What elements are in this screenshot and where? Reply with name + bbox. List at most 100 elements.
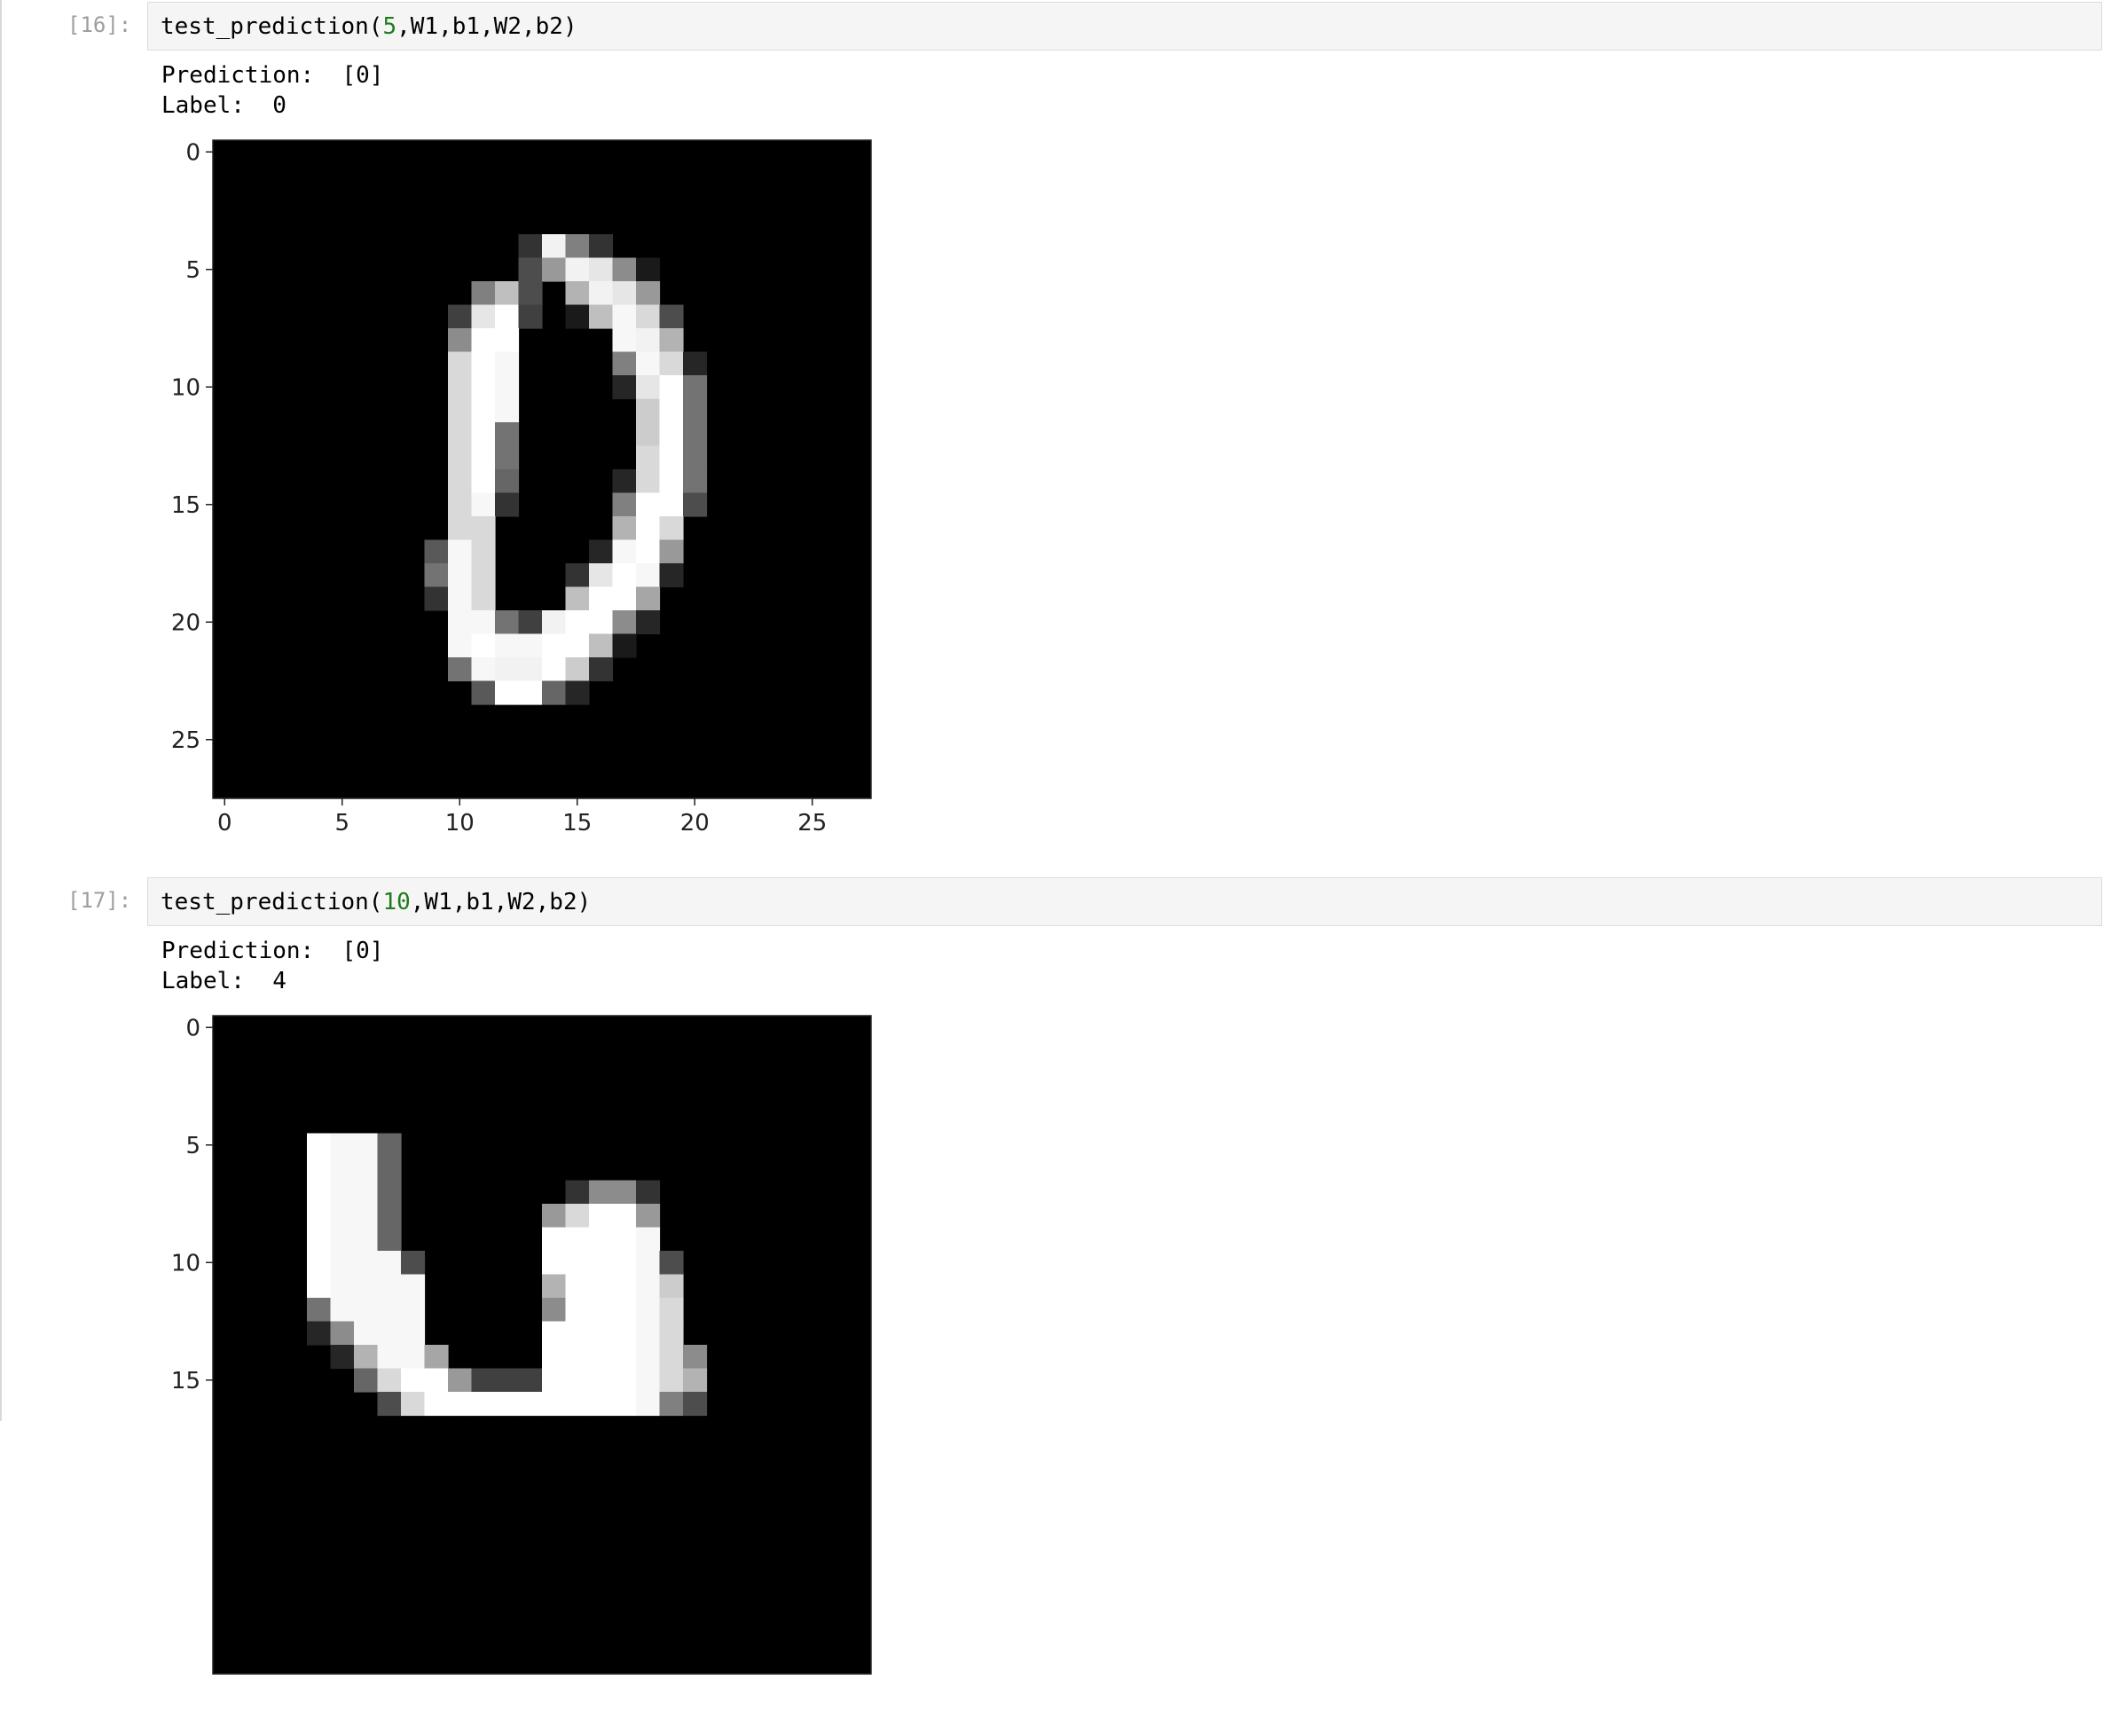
image-pixel bbox=[659, 422, 684, 447]
image-pixel bbox=[589, 1392, 614, 1417]
image-pixel bbox=[471, 563, 496, 588]
image-pixel bbox=[354, 1133, 379, 1158]
image-pixel bbox=[471, 586, 496, 611]
image-pixel bbox=[589, 1180, 614, 1205]
image-pixel bbox=[659, 492, 684, 517]
image-pixel bbox=[636, 1227, 661, 1252]
x-tick-label: 0 bbox=[217, 810, 232, 837]
image-pixel bbox=[401, 1321, 426, 1346]
code-line: test_prediction(5,W1,b1,W2,b2) bbox=[161, 13, 577, 40]
image-pixel bbox=[636, 1204, 661, 1229]
image-pixel bbox=[612, 539, 637, 564]
image-pixel bbox=[683, 375, 708, 400]
image-pixel bbox=[354, 1251, 379, 1276]
image-pixel bbox=[542, 1392, 567, 1417]
cell-prompt: [17]: bbox=[67, 888, 132, 913]
image-pixel bbox=[354, 1368, 379, 1393]
image-pixel bbox=[471, 304, 496, 329]
image-pixel bbox=[448, 492, 473, 517]
image-pixel bbox=[612, 1251, 637, 1276]
image-pixel bbox=[565, 563, 590, 588]
image-pixel bbox=[612, 1392, 637, 1417]
image-pixel bbox=[636, 610, 661, 635]
image-pixel bbox=[565, 304, 590, 329]
image-pixel bbox=[659, 375, 684, 400]
image-pixel bbox=[330, 1345, 355, 1370]
image-pixel bbox=[495, 422, 520, 447]
y-tick-label: 0 bbox=[185, 139, 200, 166]
image-pixel bbox=[683, 398, 708, 423]
image-pixel bbox=[612, 375, 637, 400]
image-pixel bbox=[330, 1204, 355, 1229]
image-pixel bbox=[424, 1392, 449, 1417]
image-pixel bbox=[354, 1157, 379, 1182]
image-pixel bbox=[636, 539, 661, 564]
image-pixel bbox=[542, 1298, 567, 1323]
image-pixel bbox=[565, 1392, 590, 1417]
image-pixel bbox=[424, 539, 449, 564]
image-pixel bbox=[448, 422, 473, 447]
image-pixel bbox=[589, 1298, 614, 1323]
image-pixel bbox=[377, 1298, 402, 1323]
image-pixel bbox=[354, 1321, 379, 1346]
label-output: Label: 0 bbox=[161, 92, 286, 119]
image-pixel bbox=[589, 1321, 614, 1346]
image-pixel bbox=[612, 1321, 637, 1346]
image-pixel bbox=[565, 657, 590, 682]
image-pixel bbox=[683, 1345, 708, 1370]
image-pixel bbox=[565, 257, 590, 282]
image-pixel bbox=[612, 469, 637, 494]
image-pixel bbox=[659, 469, 684, 494]
image-pixel bbox=[448, 304, 473, 329]
image-pixel bbox=[589, 1274, 614, 1299]
image-pixel bbox=[377, 1392, 402, 1417]
image-pixel bbox=[612, 516, 637, 541]
image-pixel bbox=[330, 1251, 355, 1276]
image-pixel bbox=[424, 1368, 449, 1393]
image-pixel bbox=[542, 657, 567, 682]
image-pixel bbox=[565, 1227, 590, 1252]
image-pixel bbox=[636, 351, 661, 376]
code-input[interactable]: test_prediction(5,W1,b1,W2,b2) bbox=[147, 2, 2102, 51]
image-pixel bbox=[589, 1368, 614, 1393]
image-pixel bbox=[495, 328, 520, 353]
image-pixel bbox=[683, 351, 708, 376]
image-pixel bbox=[471, 469, 496, 494]
image-pixel bbox=[589, 586, 614, 611]
code-arg-number: 10 bbox=[382, 889, 411, 915]
image-pixel bbox=[565, 1274, 590, 1299]
image-pixel bbox=[354, 1204, 379, 1229]
image-pixel bbox=[495, 492, 520, 517]
image-pixel bbox=[401, 1392, 426, 1417]
image-pixel bbox=[518, 281, 543, 306]
image-pixel bbox=[636, 1180, 661, 1205]
image-pixel bbox=[448, 610, 473, 635]
image-pixel bbox=[542, 633, 567, 658]
image-pixel bbox=[307, 1251, 332, 1276]
image-pixel bbox=[401, 1251, 426, 1276]
cell-prompt: [16]: bbox=[67, 12, 132, 37]
image-pixel bbox=[636, 1274, 661, 1299]
image-pixel bbox=[542, 1321, 567, 1346]
image-pixel bbox=[330, 1274, 355, 1299]
image-pixel bbox=[636, 1345, 661, 1370]
code-input[interactable]: test_prediction(10,W1,b1,W2,b2) bbox=[147, 877, 2102, 926]
image-pixel bbox=[377, 1345, 402, 1370]
image-pixel bbox=[495, 445, 520, 470]
image-pixel bbox=[636, 375, 661, 400]
image-pixel bbox=[636, 281, 661, 306]
code-line: test_prediction(10,W1,b1,W2,b2) bbox=[161, 889, 591, 915]
image-pixel bbox=[542, 1251, 567, 1276]
image-pixel bbox=[471, 492, 496, 517]
image-pixel bbox=[612, 1298, 637, 1323]
digit-image-svg: 0 5 10 15 20 25 0 5 10 15 20 25 bbox=[171, 139, 872, 837]
image-pixel bbox=[636, 328, 661, 353]
image-pixel bbox=[612, 1227, 637, 1252]
image-pixel bbox=[612, 257, 637, 282]
x-tick-label: 10 bbox=[445, 810, 475, 837]
image-pixel bbox=[542, 1204, 567, 1229]
image-pixel bbox=[518, 610, 543, 635]
image-pixel bbox=[495, 469, 520, 494]
image-pixel bbox=[636, 1298, 661, 1323]
image-pixel bbox=[683, 445, 708, 470]
